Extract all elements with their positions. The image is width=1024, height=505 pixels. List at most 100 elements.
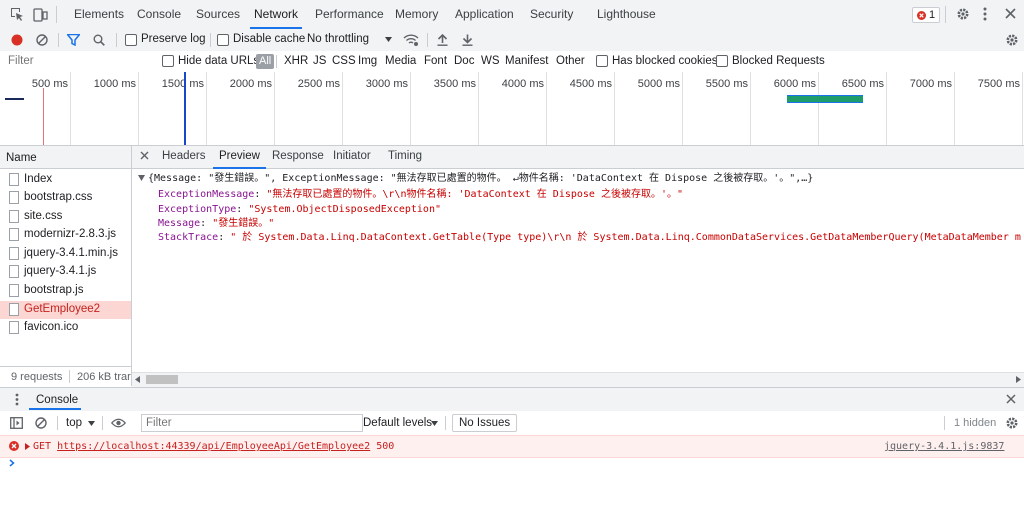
tab-response[interactable]: Response xyxy=(272,150,324,162)
clear-console-icon[interactable] xyxy=(35,417,47,429)
tab-sources[interactable]: Sources xyxy=(196,0,240,29)
drawer-menu-icon[interactable] xyxy=(15,393,19,406)
issues-button[interactable]: No Issues xyxy=(452,414,518,432)
console-error-message[interactable]: GET https://localhost:44339/api/Employee… xyxy=(0,435,1024,458)
filter-type-css[interactable]: CSS xyxy=(332,55,356,67)
scroll-right-arrow-icon[interactable] xyxy=(1016,376,1021,383)
filter-input[interactable] xyxy=(4,53,160,69)
tab-timing[interactable]: Timing xyxy=(388,150,422,162)
file-icon xyxy=(9,265,19,278)
console-settings-gear-icon[interactable] xyxy=(1005,416,1019,430)
request-row-modernizr[interactable]: modernizr-2.8.3.js xyxy=(0,226,131,244)
request-count: 9 requests xyxy=(11,371,63,383)
tab-memory[interactable]: Memory xyxy=(395,0,438,29)
tab-initiator[interactable]: Initiator xyxy=(333,150,371,162)
clear-icon[interactable] xyxy=(36,34,48,46)
timeline-gridline xyxy=(682,72,683,145)
horizontal-scrollbar[interactable] xyxy=(132,372,1024,387)
expand-triangle-icon[interactable] xyxy=(25,443,30,450)
export-har-download-icon[interactable] xyxy=(462,34,473,46)
console-prompt-icon[interactable] xyxy=(9,459,15,467)
tab-security[interactable]: Security xyxy=(530,0,573,29)
import-har-upload-icon[interactable] xyxy=(437,34,448,46)
filter-type-doc[interactable]: Doc xyxy=(454,55,474,67)
expand-triangle-icon[interactable] xyxy=(138,175,145,181)
filter-type-img[interactable]: Img xyxy=(358,55,377,67)
filter-type-font[interactable]: Font xyxy=(424,55,447,67)
request-name: Index xyxy=(24,173,53,185)
request-row-favicon[interactable]: favicon.ico xyxy=(0,319,131,337)
filter-type-manifest[interactable]: Manifest xyxy=(505,55,548,67)
inspect-element-icon[interactable] xyxy=(10,7,25,22)
throttling-select[interactable]: No throttling xyxy=(307,33,369,45)
preserve-log-checkbox[interactable] xyxy=(125,34,137,46)
filter-type-other[interactable]: Other xyxy=(556,55,585,67)
scroll-left-arrow-icon[interactable] xyxy=(135,376,140,383)
http-status: 500 xyxy=(376,441,395,452)
more-options-icon[interactable] xyxy=(983,7,987,21)
device-toolbar-icon[interactable] xyxy=(33,7,48,22)
request-row-getemployee2[interactable]: GetEmployee2 xyxy=(0,301,131,319)
network-overview-timeline[interactable]: 500 ms 1000 ms 1500 ms 2000 ms 2500 ms 3… xyxy=(0,72,1024,146)
request-row-jquery[interactable]: jquery-3.4.1.js xyxy=(0,263,131,281)
name-column-header[interactable]: Name xyxy=(0,146,131,169)
tab-elements[interactable]: Elements xyxy=(74,0,124,29)
error-counter[interactable]: 1 xyxy=(912,7,941,23)
source-location-link[interactable]: jquery-3.4.1.js:9837 xyxy=(884,441,1004,452)
network-conditions-wifi-icon[interactable] xyxy=(403,33,419,46)
disable-cache-label: Disable cache xyxy=(233,33,306,45)
request-row-index[interactable]: Index xyxy=(0,171,131,189)
tab-lighthouse[interactable]: Lighthouse xyxy=(597,0,656,29)
filter-type-js[interactable]: JS xyxy=(313,55,326,67)
request-row-bootstrap-js[interactable]: bootstrap.js xyxy=(0,282,131,300)
toolbar-divider xyxy=(276,55,277,68)
close-devtools-icon[interactable] xyxy=(1005,8,1016,19)
tab-preview[interactable]: Preview xyxy=(213,150,266,169)
close-detail-icon[interactable] xyxy=(140,151,149,160)
filter-type-xhr[interactable]: XHR xyxy=(284,55,308,67)
file-icon xyxy=(9,247,19,260)
chevron-down-icon[interactable] xyxy=(431,421,438,426)
show-sidebar-icon[interactable] xyxy=(10,417,23,429)
network-filter-bar: Hide data URLs All XHR JS CSS Img Media … xyxy=(0,51,1024,73)
search-icon[interactable] xyxy=(93,34,105,46)
record-icon[interactable] xyxy=(11,34,23,46)
filter-type-all[interactable]: All xyxy=(256,54,275,69)
log-levels-select[interactable]: Default levels xyxy=(363,417,432,429)
hide-data-urls-checkbox[interactable] xyxy=(162,55,174,67)
console-filter-input[interactable] xyxy=(141,414,363,432)
tab-performance[interactable]: Performance xyxy=(315,0,384,29)
live-expression-eye-icon[interactable] xyxy=(111,418,126,428)
console-toolbar: top Default levels No Issues 1 hidden xyxy=(0,411,1024,436)
json-property-exception-message: ExceptionMessage: "無法存取已處置的物件。\r\n物件名稱: … xyxy=(158,189,684,200)
request-row-site-css[interactable]: site.css xyxy=(0,208,131,226)
tab-console[interactable]: Console xyxy=(137,0,181,29)
filter-type-media[interactable]: Media xyxy=(385,55,416,67)
filter-type-ws[interactable]: WS xyxy=(481,55,500,67)
blocked-cookies-checkbox[interactable] xyxy=(596,55,608,67)
filter-funnel-icon[interactable] xyxy=(67,34,80,46)
timeline-tick-label: 4000 ms xyxy=(501,78,544,90)
request-row-jquery-min[interactable]: jquery-3.4.1.min.js xyxy=(0,245,131,263)
active-tab-indicator xyxy=(29,408,81,410)
http-method: GET xyxy=(33,441,52,452)
chevron-down-icon[interactable] xyxy=(385,37,392,42)
settings-gear-icon[interactable] xyxy=(956,7,970,21)
request-name: modernizr-2.8.3.js xyxy=(24,228,117,240)
network-settings-gear-icon[interactable] xyxy=(1005,33,1019,47)
context-selector[interactable]: top xyxy=(66,417,82,429)
json-summary[interactable]: {Message: "發生錯誤。", ExceptionMessage: "無法… xyxy=(148,172,813,186)
chevron-down-icon[interactable] xyxy=(88,421,95,426)
tab-network[interactable]: Network xyxy=(249,0,303,29)
tab-application[interactable]: Application xyxy=(455,0,514,29)
request-row-bootstrap-css[interactable]: bootstrap.css xyxy=(0,189,131,207)
drawer-tab-console[interactable]: Console xyxy=(36,394,78,406)
disable-cache-checkbox[interactable] xyxy=(217,34,229,46)
timeline-tick-label: 6500 ms xyxy=(841,78,884,90)
network-toolbar: Preserve log Disable cache No throttling xyxy=(0,29,1024,52)
blocked-requests-checkbox[interactable] xyxy=(716,55,728,67)
request-url-link[interactable]: https://localhost:44339/api/EmployeeApi/… xyxy=(57,441,370,452)
tab-headers[interactable]: Headers xyxy=(162,150,205,162)
scrollbar-thumb[interactable] xyxy=(146,375,178,384)
close-drawer-icon[interactable] xyxy=(1006,394,1016,404)
